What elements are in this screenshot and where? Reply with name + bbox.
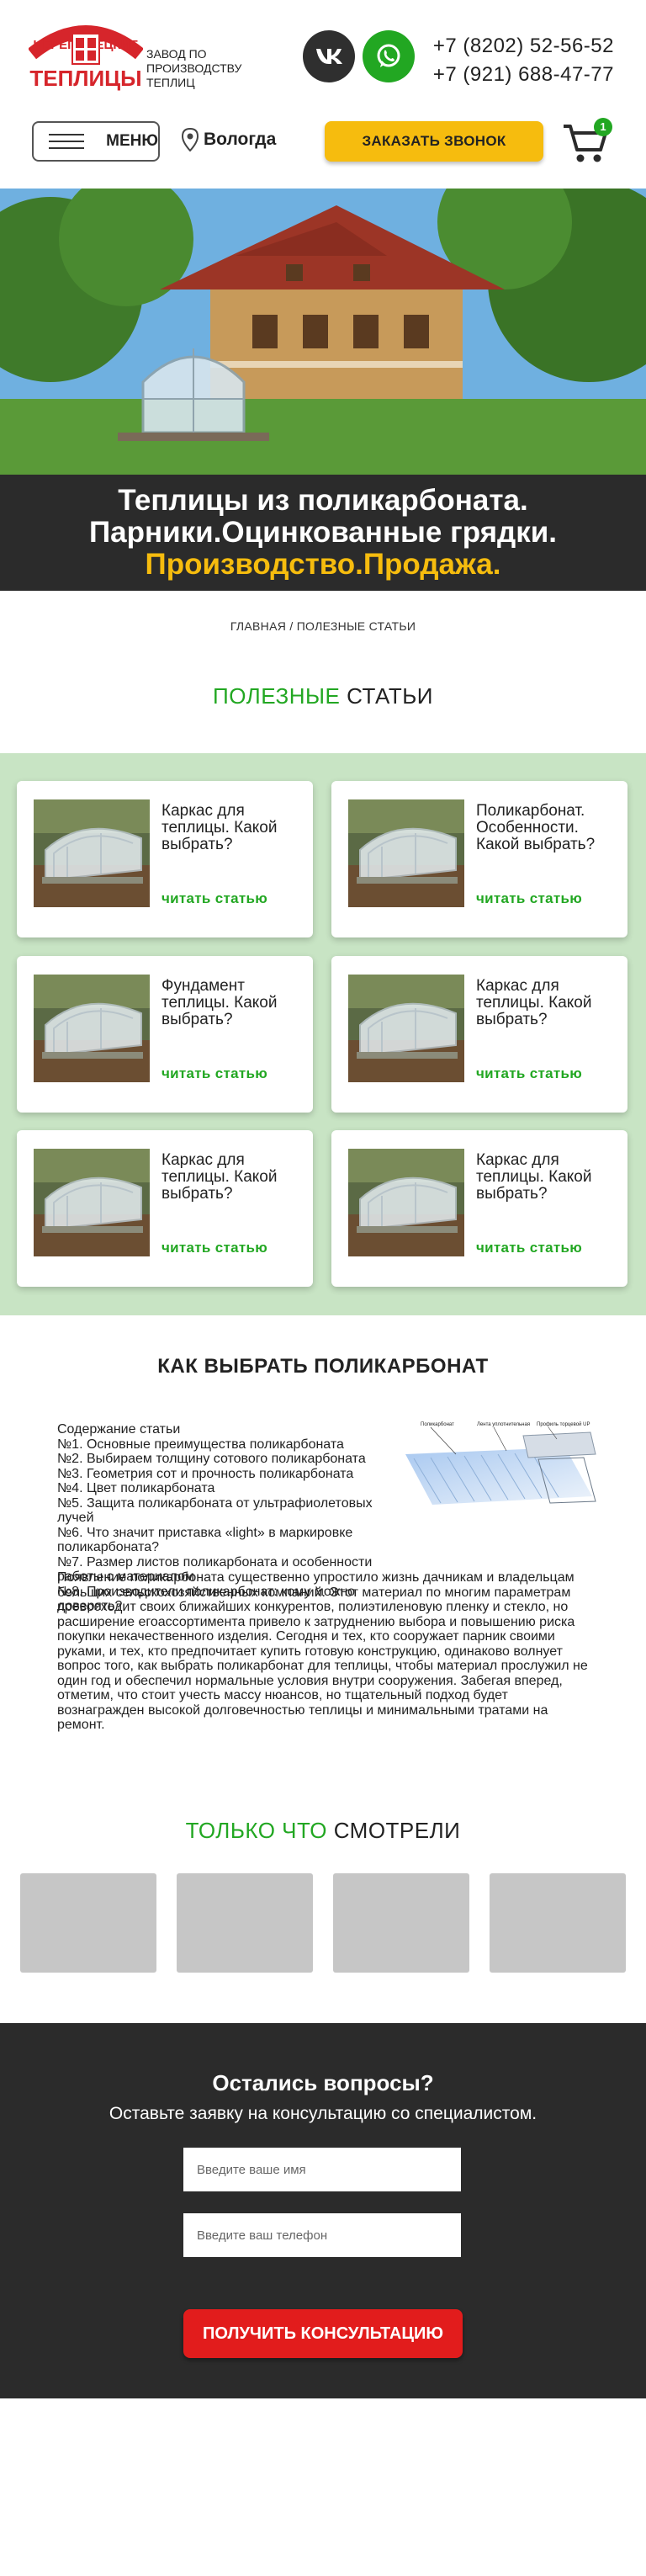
hero-banner: Теплицы из поликарбоната. Парники.Оцинко… <box>0 475 646 591</box>
toc-item[interactable]: №1. Основные преимущества поликарбоната <box>57 1437 410 1453</box>
recently-viewed-item[interactable] <box>333 1873 469 1973</box>
breadcrumb[interactable]: ГЛАВНАЯ / ПОЛЕЗНЫЕ СТАТЬИ <box>0 619 646 633</box>
articles-title-green: ПОЛЕЗНЫЕ <box>213 683 341 709</box>
toc-item[interactable]: №4. Цвет поликарбоната <box>57 1481 410 1496</box>
menu-button[interactable]: МЕНЮ <box>32 121 160 162</box>
recently-viewed-title: ТОЛЬКО ЧТО СМОТРЕЛИ <box>0 1818 646 1844</box>
toc-item[interactable]: №3. Геометрия сот и прочность поликарбон… <box>57 1467 410 1482</box>
form-subtitle: Оставьте заявку на консультацию со специ… <box>109 2104 537 2123</box>
article-image[interactable] <box>348 1149 464 1256</box>
read-article-link[interactable]: читать статью <box>476 1065 582 1082</box>
polycarbonate-diagram: Поликарбонат Лента уплотнительная Профил… <box>405 1421 596 1505</box>
whatsapp-button[interactable] <box>363 30 415 82</box>
diagram-label-2: Лента уплотнительная <box>477 1422 530 1427</box>
site-header: ЧЕРЕПОВЕЦКИЕ ТЕПЛИЦЫ ЗАВОД ПО ПРОИЗВОДСТ… <box>0 0 646 162</box>
phone-2[interactable]: +7 (921) 688-47-77 <box>433 61 614 89</box>
read-article-link[interactable]: читать статью <box>162 890 267 907</box>
hero-line-2: Парники.Оцинкованные грядки. <box>88 516 558 549</box>
order-call-button[interactable]: ЗАКАЗАТЬ ЗВОНОК <box>325 121 543 162</box>
toc-item[interactable]: №5. Защита поликарбоната от ультрафиолет… <box>57 1496 410 1526</box>
articles-section-title: ПОЛЕЗНЫЕ СТАТЬИ <box>0 683 646 709</box>
article-title[interactable]: Каркас для теплицы. Какой выбрать? <box>162 1152 301 1203</box>
recently-viewed-item[interactable] <box>490 1873 626 1973</box>
whatsapp-icon <box>377 44 400 67</box>
article-card[interactable]: Поликарбонат. Особенности. Какой выбрать… <box>331 781 627 937</box>
recently-viewed-item[interactable] <box>177 1873 313 1973</box>
form-title: Остались вопросы? <box>212 2070 434 2095</box>
phone-block: +7 (8202) 52-56-52 +7 (921) 688-47-77 <box>433 32 614 89</box>
article-image[interactable] <box>348 975 464 1082</box>
poly-article-title: КАК ВЫБРАТЬ ПОЛИКАРБОНАТ <box>157 1355 489 1378</box>
diagram-label-3: Профиль торцевой UP <box>537 1421 590 1427</box>
get-consultation-button[interactable]: ПОЛУЧИТЬ КОНСУЛЬТАЦИЮ <box>183 2309 463 2358</box>
read-article-link[interactable]: читать статью <box>162 1240 267 1256</box>
hero-line-3: Производство.Продажа. <box>145 548 501 581</box>
article-card[interactable]: Каркас для теплицы. Какой выбрать? читать… <box>17 1130 313 1287</box>
toc-heading: Содержание статьи <box>57 1422 181 1437</box>
city-selector[interactable]: Вологда <box>182 128 276 151</box>
logo-line2: ТЕПЛИЦЫ <box>29 66 141 91</box>
toc-item[interactable]: №6. Что значит приставка «light» в марки… <box>57 1526 410 1555</box>
article-title[interactable]: Каркас для теплицы. Какой выбрать? <box>476 978 616 1028</box>
read-article-link[interactable]: читать статью <box>162 1065 267 1082</box>
vk-icon <box>316 49 342 64</box>
city-name: Вологда <box>204 130 277 149</box>
article-title[interactable]: Поликарбонат. Особенности. Какой выбрать… <box>476 803 616 853</box>
logo[interactable]: ЧЕРЕПОВЕЦКИЕ ТЕПЛИЦЫ <box>29 15 143 91</box>
article-card[interactable]: Фундамент теплицы. Какой выбрать? читать … <box>17 956 313 1113</box>
articles-title-rest: СТАТЬИ <box>347 683 433 709</box>
diagram-label-1: Поликарбонат <box>421 1422 454 1427</box>
article-image[interactable] <box>348 799 464 907</box>
read-article-link[interactable]: читать статью <box>476 1240 582 1256</box>
article-image[interactable] <box>34 1149 150 1256</box>
article-card[interactable]: Каркас для теплицы. Какой выбрать? читать… <box>17 781 313 937</box>
logo-tagline: ЗАВОД ПО ПРОИЗВОДСТВУ ТЕПЛИЦ <box>146 47 242 89</box>
toc-item[interactable]: №2. Выбираем толщину сотового поликарбон… <box>57 1452 410 1467</box>
phone-field[interactable] <box>183 2213 461 2257</box>
phone-1[interactable]: +7 (8202) 52-56-52 <box>433 32 614 61</box>
recently-viewed-title-rest: СМОТРЕЛИ <box>333 1818 461 1843</box>
vk-button[interactable] <box>303 30 355 82</box>
cart-button[interactable]: 1 <box>562 118 612 165</box>
article-title[interactable]: Фундамент теплицы. Какой выбрать? <box>162 978 301 1028</box>
cart-count-badge: 1 <box>594 118 612 136</box>
article-image[interactable] <box>34 975 150 1082</box>
recently-viewed-item[interactable] <box>20 1873 156 1973</box>
article-title[interactable]: Каркас для теплицы. Какой выбрать? <box>162 803 301 853</box>
article-image[interactable] <box>34 799 150 907</box>
article-title[interactable]: Каркас для теплицы. Какой выбрать? <box>476 1152 616 1203</box>
article-card[interactable]: Каркас для теплицы. Какой выбрать? читать… <box>331 1130 627 1287</box>
article-body: Появление поликарбоната существенно упро… <box>57 1570 588 1732</box>
hero-line-1: Теплицы из поликарбоната. <box>118 484 528 517</box>
name-field[interactable] <box>183 2148 461 2191</box>
menu-label: МЕНЮ <box>106 132 158 150</box>
hamburger-icon <box>49 134 84 149</box>
read-article-link[interactable]: читать статью <box>476 890 582 907</box>
hero-image <box>0 189 646 475</box>
map-pin-icon <box>182 128 199 151</box>
recently-viewed-title-green: ТОЛЬКО ЧТО <box>185 1818 327 1843</box>
article-card[interactable]: Каркас для теплицы. Какой выбрать? читать… <box>331 956 627 1113</box>
